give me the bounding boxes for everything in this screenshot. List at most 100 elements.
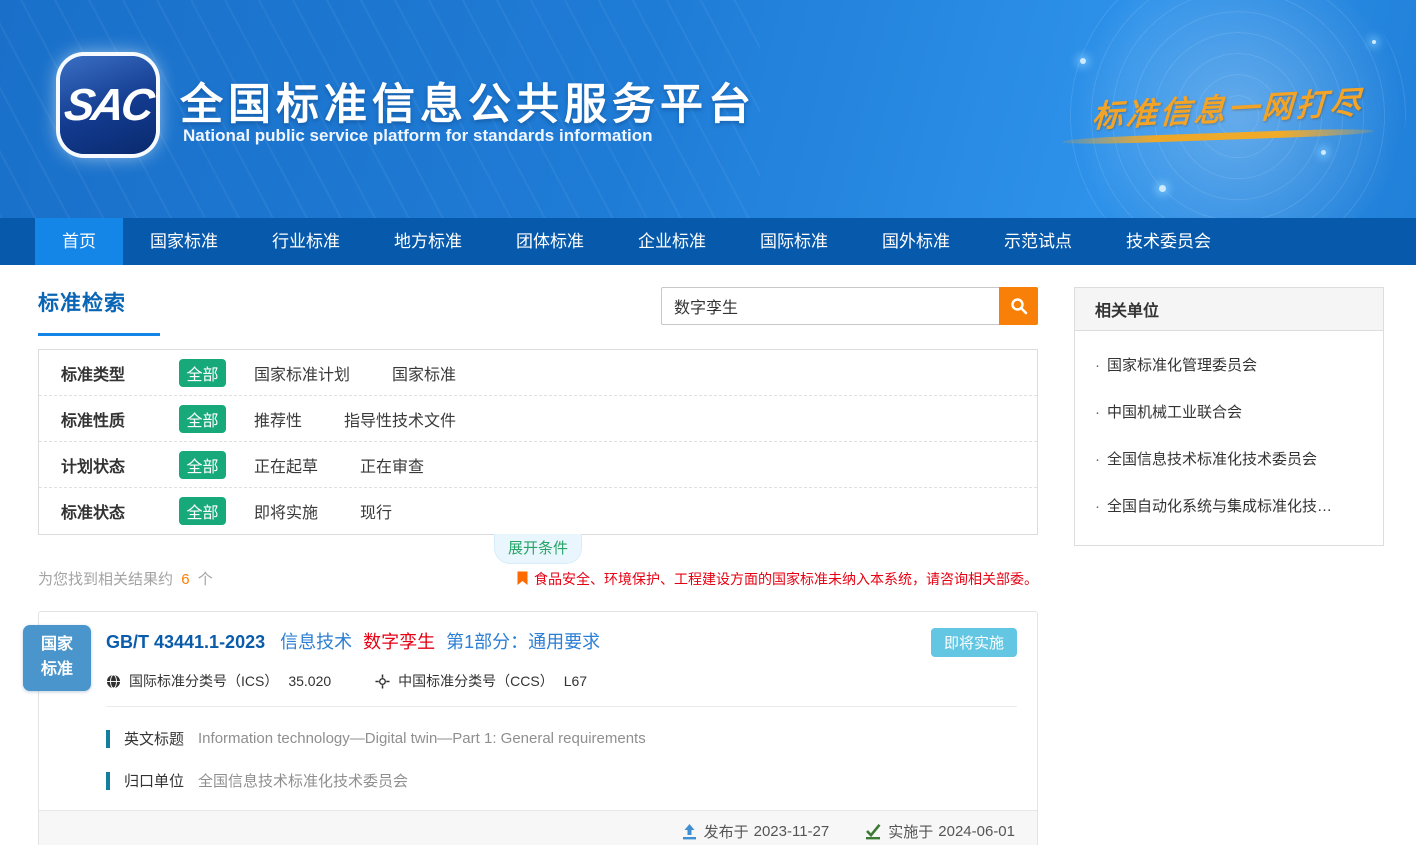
filter-row-plan-status: 计划状态 全部 正在起草 正在审查 bbox=[39, 442, 1037, 488]
ccs-meta: 中国标准分类号（CCS） L67 bbox=[375, 671, 587, 691]
filter-option[interactable]: 正在审查 bbox=[360, 453, 424, 477]
filter-option[interactable]: 现行 bbox=[360, 499, 392, 523]
publish-label: 发布于 bbox=[704, 821, 749, 842]
nav-item-group-standards[interactable]: 团体标准 bbox=[489, 218, 611, 265]
notice-text: 食品安全、环境保护、工程建设方面的国家标准未纳入本系统，请咨询相关部委。 bbox=[534, 569, 1038, 589]
ics-meta: 国际标准分类号（ICS） 35.020 bbox=[106, 671, 331, 691]
nav-item-local-standards[interactable]: 地方标准 bbox=[367, 218, 489, 265]
ccs-label: 中国标准分类号（CCS） bbox=[398, 671, 554, 691]
implement-label: 实施于 bbox=[888, 821, 933, 842]
result-count-suffix: 个 bbox=[198, 571, 213, 588]
sparkle-dot bbox=[1372, 40, 1376, 44]
filter-row-standard-nature: 标准性质 全部 推荐性 指导性技术文件 bbox=[39, 396, 1037, 442]
related-units-panel: 相关单位 国家标准化管理委员会 中国机械工业联合会 全国信息技术标准化技术委员会… bbox=[1074, 287, 1384, 546]
filter-option[interactable]: 指导性技术文件 bbox=[344, 407, 456, 431]
filter-panel: 标准类型 全部 国家标准计划 国家标准 标准性质 全部 推荐性 指导性技术文件 … bbox=[38, 349, 1038, 535]
compass-icon bbox=[375, 674, 390, 689]
section-title-underline bbox=[38, 333, 160, 336]
standard-code: GB/T 43441.1-2023 bbox=[106, 632, 265, 652]
card-meta-row: 国际标准分类号（ICS） 35.020 中国标准分类号（CCS） L67 bbox=[106, 671, 1017, 707]
sidebar-item-machinery-federation[interactable]: 中国机械工业联合会 bbox=[1095, 388, 1363, 435]
result-count: 为您找到相关结果约 6 个 bbox=[38, 568, 213, 589]
status-badge: 即将实施 bbox=[931, 628, 1017, 657]
standard-title-part2: 第1部分：通用要求 bbox=[446, 632, 600, 652]
sac-logo-text: SAC bbox=[61, 79, 154, 131]
bookmark-icon bbox=[517, 571, 528, 586]
card-footer: 发布于 2023-11-27 实施于 2024-06-01 bbox=[39, 810, 1037, 845]
filter-label: 标准状态 bbox=[61, 499, 161, 523]
card-body: GB/T 43441.1-2023 信息技术 数字孪生 第1部分：通用要求 即将… bbox=[39, 612, 1037, 791]
detail-bar-decoration bbox=[106, 730, 110, 748]
sidebar-item-automation-committee[interactable]: 全国自动化系统与集成标准化技… bbox=[1095, 482, 1363, 529]
expand-conditions-button[interactable]: 展开条件 bbox=[494, 534, 582, 564]
detail-bar-decoration bbox=[106, 772, 110, 790]
section-title: 标准检索 bbox=[38, 287, 160, 317]
filter-label: 标准性质 bbox=[61, 407, 161, 431]
standard-title-part1: 信息技术 bbox=[280, 632, 352, 652]
filter-option[interactable]: 正在起草 bbox=[254, 453, 318, 477]
standard-title-link[interactable]: GB/T 43441.1-2023 信息技术 数字孪生 第1部分：通用要求 bbox=[106, 628, 600, 654]
filter-row-standard-status: 标准状态 全部 即将实施 现行 bbox=[39, 488, 1037, 534]
filter-label: 标准类型 bbox=[61, 361, 161, 385]
section-title-block: 标准检索 bbox=[38, 287, 160, 336]
standard-title-highlight: 数字孪生 bbox=[363, 632, 435, 652]
result-count-prefix: 为您找到相关结果约 bbox=[38, 571, 173, 588]
nav-item-national-standards[interactable]: 国家标准 bbox=[123, 218, 245, 265]
nav-item-home[interactable]: 首页 bbox=[35, 218, 123, 265]
ics-value: 35.020 bbox=[288, 673, 331, 689]
sidebar-item-sac-committee[interactable]: 国家标准化管理委员会 bbox=[1095, 341, 1363, 388]
committee-value: 全国信息技术标准化技术委员会 bbox=[198, 770, 408, 791]
nav-item-enterprise-standards[interactable]: 企业标准 bbox=[611, 218, 733, 265]
nav-item-foreign-standards[interactable]: 国外标准 bbox=[855, 218, 977, 265]
filter-all-button[interactable]: 全部 bbox=[179, 359, 226, 387]
filter-option[interactable]: 推荐性 bbox=[254, 407, 302, 431]
upload-icon bbox=[682, 824, 697, 840]
search-icon bbox=[1010, 297, 1028, 315]
filter-option[interactable]: 国家标准 bbox=[392, 361, 456, 385]
implement-date: 2024-06-01 bbox=[938, 823, 1015, 840]
main-nav: 首页 国家标准 行业标准 地方标准 团体标准 企业标准 国际标准 国外标准 示范… bbox=[0, 218, 1416, 265]
publish-date-item: 发布于 2023-11-27 bbox=[682, 821, 830, 842]
result-card: 国家 标准 GB/T 43441.1-2023 信息技术 数字孪生 第1部分：通… bbox=[38, 611, 1038, 845]
nav-item-pilot-programs[interactable]: 示范试点 bbox=[977, 218, 1099, 265]
english-title-row: 英文标题 Information technology—Digital twin… bbox=[106, 728, 1017, 749]
card-title-row: GB/T 43441.1-2023 信息技术 数字孪生 第1部分：通用要求 即将… bbox=[106, 628, 1017, 657]
committee-row: 归口单位 全国信息技术标准化技术委员会 bbox=[106, 770, 1017, 791]
search-input[interactable] bbox=[661, 287, 999, 325]
nav-item-international-standards[interactable]: 国际标准 bbox=[733, 218, 855, 265]
filter-option[interactable]: 国家标准计划 bbox=[254, 361, 350, 385]
system-notice: 食品安全、环境保护、工程建设方面的国家标准未纳入本系统，请咨询相关部委。 bbox=[517, 569, 1038, 589]
site-subtitle: National public service platform for sta… bbox=[183, 126, 652, 146]
sparkle-dot bbox=[1080, 58, 1086, 64]
filter-all-button[interactable]: 全部 bbox=[179, 451, 226, 479]
publish-date: 2023-11-27 bbox=[754, 823, 830, 840]
sac-logo[interactable]: SAC bbox=[60, 56, 156, 154]
type-badge-line1: 国家 bbox=[41, 633, 73, 658]
sparkle-dot bbox=[1321, 150, 1326, 155]
sidebar-item-it-standards-committee[interactable]: 全国信息技术标准化技术委员会 bbox=[1095, 435, 1363, 482]
english-title-value: Information technology—Digital twin—Part… bbox=[198, 730, 646, 747]
filter-all-button[interactable]: 全部 bbox=[179, 497, 226, 525]
search-button[interactable] bbox=[999, 287, 1038, 325]
page-content: 标准检索 标准类型 全部 国家标准计划 国家标准 bbox=[0, 265, 1416, 845]
nav-item-industry-standards[interactable]: 行业标准 bbox=[245, 218, 367, 265]
filter-option[interactable]: 即将实施 bbox=[254, 499, 318, 523]
filter-row-standard-type: 标准类型 全部 国家标准计划 国家标准 bbox=[39, 350, 1037, 396]
ics-label: 国际标准分类号（ICS） bbox=[129, 671, 278, 691]
type-badge-line2: 标准 bbox=[41, 658, 73, 683]
site-header: SAC 全国标准信息公共服务平台 National public service… bbox=[0, 0, 1416, 218]
main-column: 标准检索 标准类型 全部 国家标准计划 国家标准 bbox=[38, 287, 1038, 845]
check-icon bbox=[865, 824, 881, 840]
nav-item-technical-committees[interactable]: 技术委员会 bbox=[1099, 218, 1238, 265]
ccs-value: L67 bbox=[564, 673, 587, 689]
site-title: 全国标准信息公共服务平台 bbox=[180, 70, 756, 132]
implement-date-item: 实施于 2024-06-01 bbox=[865, 821, 1015, 842]
related-units-list: 国家标准化管理委员会 中国机械工业联合会 全国信息技术标准化技术委员会 全国自动… bbox=[1075, 331, 1383, 545]
filter-all-button[interactable]: 全部 bbox=[179, 405, 226, 433]
globe-icon bbox=[106, 674, 121, 689]
related-units-title: 相关单位 bbox=[1075, 288, 1383, 331]
search-group bbox=[661, 287, 1038, 325]
search-section: 标准检索 bbox=[38, 287, 1038, 335]
result-count-number: 6 bbox=[181, 571, 189, 588]
sparkle-dot bbox=[1159, 185, 1166, 192]
